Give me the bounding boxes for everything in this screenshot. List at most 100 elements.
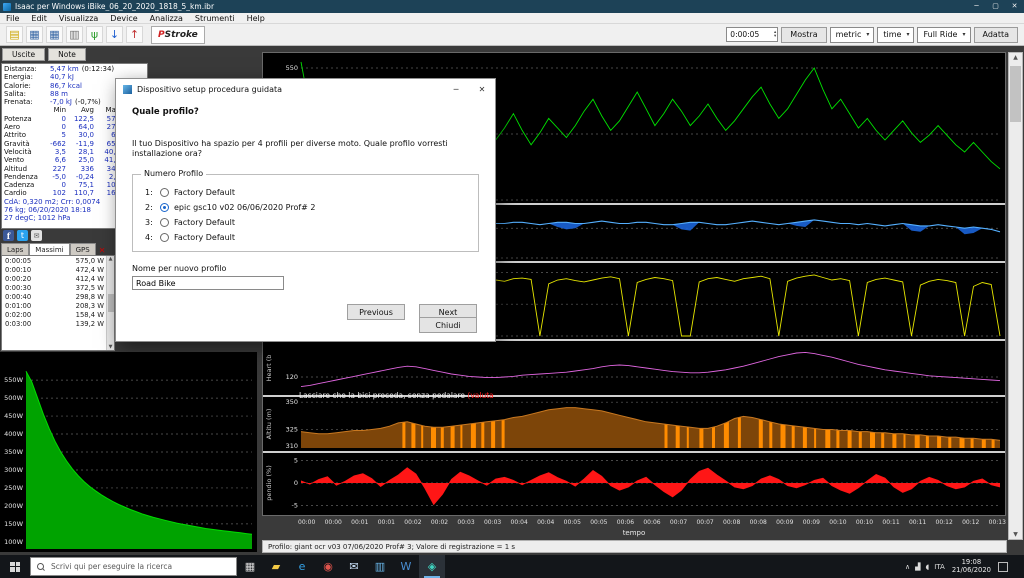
menu-item[interactable]: Device [104, 14, 143, 23]
radio-icon[interactable] [160, 233, 169, 242]
radio-icon[interactable] [160, 218, 169, 227]
maximize-button[interactable]: ▢ [986, 0, 1005, 13]
mostra-button[interactable]: Mostra [781, 27, 826, 43]
pstroke-button[interactable]: PStroke [151, 26, 205, 44]
range-select[interactable]: Full Ride▾ [917, 27, 970, 43]
list-item[interactable]: 0:00:30372,5 W [2, 283, 114, 292]
list-item[interactable]: 0:00:20412,4 W [2, 274, 114, 283]
download-ride-icon[interactable]: ↓ [106, 26, 123, 43]
menu-item[interactable]: Help [241, 14, 271, 23]
list-item[interactable]: 0:01:00208,3 W [2, 301, 114, 310]
x-tick-label: 00:13 [989, 519, 1006, 526]
new-profile-name-input[interactable] [132, 276, 284, 290]
units-select[interactable]: metric▾ [830, 27, 875, 43]
meanmax-power-chart[interactable]: 550W500W450W400W350W300W250W200W150W100W [0, 352, 257, 552]
volume-icon[interactable]: ◖ [926, 563, 930, 571]
scroll-up-icon[interactable]: ▲ [1009, 54, 1022, 61]
start-button[interactable] [0, 555, 30, 578]
svg-text:400W: 400W [4, 430, 23, 438]
close-button[interactable]: ✕ [1005, 0, 1024, 13]
save-icon[interactable]: ▦ [26, 26, 43, 43]
profile-option[interactable]: 2: epic gsc10 v02 06/06/2020 Prof# 2 [145, 200, 466, 215]
radio-icon[interactable] [160, 188, 169, 197]
list-item[interactable]: 0:03:00139,2 W [2, 319, 114, 328]
chrome-icon[interactable]: ◉ [315, 555, 341, 578]
list-item[interactable]: 0:02:00158,4 W [2, 310, 114, 319]
x-tick-label: 00:05 [564, 519, 581, 526]
menu-item[interactable]: Analizza [144, 14, 189, 23]
slope-chart[interactable]: 50-5pendio (%) [263, 453, 1005, 513]
xaxis-mode-select[interactable]: time▾ [877, 27, 914, 43]
vertical-scrollbar[interactable]: ▲ ▼ [1008, 52, 1023, 540]
profile-option[interactable]: 1: Factory Default [145, 185, 466, 200]
panel-close-icon[interactable]: ✕ [99, 246, 106, 255]
svg-text:500W: 500W [4, 394, 23, 402]
svg-text:5: 5 [294, 457, 298, 465]
side-tab[interactable]: Laps [1, 243, 29, 255]
menu-item[interactable]: Visualizza [53, 14, 104, 23]
heart-rate-chart[interactable]: 120Heart (b [263, 341, 1005, 395]
menu-bar: FileEditVisualizzaDeviceAnalizzaStrument… [0, 13, 1024, 24]
task-view-icon[interactable]: ▦ [237, 555, 263, 578]
app-icon [3, 3, 11, 11]
svg-text:310: 310 [286, 442, 298, 450]
profile-label: epic gsc10 v02 06/06/2020 Prof# 2 [174, 203, 315, 212]
file-explorer-icon[interactable]: ▰ [263, 555, 289, 578]
minimize-button[interactable]: ─ [967, 0, 986, 13]
email-icon[interactable]: ✉ [31, 230, 42, 241]
upload-icon[interactable]: ↑ [126, 26, 143, 43]
dialog-title: Dispositivo setup procedura guidata [137, 85, 438, 94]
group-label: Numero Profilo [141, 169, 206, 178]
menu-item[interactable]: Edit [25, 14, 53, 23]
pstroke-logo-p: P [158, 30, 165, 40]
scroll-up-icon[interactable]: ▲ [109, 256, 113, 262]
x-tick-label: 00:09 [776, 519, 793, 526]
list-scrollbar[interactable]: ▲ ▼ [106, 256, 114, 350]
altitude-chart[interactable]: 350325310Altitu (m) [263, 397, 1005, 451]
previous-button[interactable]: Previous [347, 304, 405, 320]
side-tab[interactable]: GPS [70, 243, 96, 255]
profile-option[interactable]: 3: Factory Default [145, 215, 466, 230]
menu-item[interactable]: File [0, 14, 25, 23]
x-tick-label: 00:10 [829, 519, 846, 526]
note-button[interactable]: Note [48, 48, 86, 61]
time-spinner[interactable]: 0:00:05 ▴▾ [726, 27, 778, 42]
print-icon[interactable]: ▥ [66, 26, 83, 43]
twitter-icon[interactable]: t [17, 230, 28, 241]
tray-expand-icon[interactable]: ∧ [905, 563, 910, 571]
svg-text:120: 120 [286, 373, 298, 381]
dialog-minimize-button[interactable]: ─ [443, 79, 469, 99]
facebook-icon[interactable]: f [3, 230, 14, 241]
list-item[interactable]: 0:00:05575,0 W [2, 256, 114, 265]
side-tab[interactable]: Massimi [29, 243, 69, 255]
save-as-icon[interactable]: ▦ [46, 26, 63, 43]
scroll-down-icon[interactable]: ▼ [109, 344, 113, 350]
network-icon[interactable]: ▟ [915, 563, 920, 571]
new-report-icon[interactable]: ▤ [6, 26, 23, 43]
adatta-button[interactable]: Adatta [974, 27, 1019, 43]
window-title: Isaac per Windows iBike_06_20_2020_1818_… [15, 2, 963, 11]
usb-device-icon[interactable]: ψ [86, 26, 103, 43]
scrollbar-thumb[interactable] [1010, 66, 1021, 122]
isaac-app-icon[interactable]: ◈ [419, 555, 445, 578]
radio-icon[interactable] [160, 203, 169, 212]
uscite-button[interactable]: Uscite [2, 48, 45, 61]
chiudi-button[interactable]: Chiudi [419, 317, 477, 333]
menu-item[interactable]: Strumenti [189, 14, 241, 23]
language-indicator[interactable]: ITA [934, 563, 945, 571]
taskbar-clock[interactable]: 19:08 21/06/2020 [952, 559, 991, 574]
action-center-icon[interactable] [998, 562, 1008, 572]
spin-down-icon[interactable]: ▾ [774, 35, 776, 39]
scrollbar-thumb[interactable] [108, 294, 114, 312]
scroll-down-icon[interactable]: ▼ [1009, 531, 1022, 538]
list-item[interactable]: 0:00:10472,4 W [2, 265, 114, 274]
taskbar-search[interactable]: Scrivi qui per eseguire la ricerca [30, 557, 237, 576]
profile-option[interactable]: 4: Factory Default [145, 230, 466, 245]
store-icon[interactable]: ▥ [367, 555, 393, 578]
edge-icon[interactable]: e [289, 555, 315, 578]
list-item[interactable]: 0:00:40298,8 W [2, 292, 114, 301]
mail-icon[interactable]: ✉ [341, 555, 367, 578]
dialog-close-button[interactable]: ✕ [469, 79, 495, 99]
word-icon[interactable]: W [393, 555, 419, 578]
toolbar-glyph: ▤ [9, 28, 19, 41]
